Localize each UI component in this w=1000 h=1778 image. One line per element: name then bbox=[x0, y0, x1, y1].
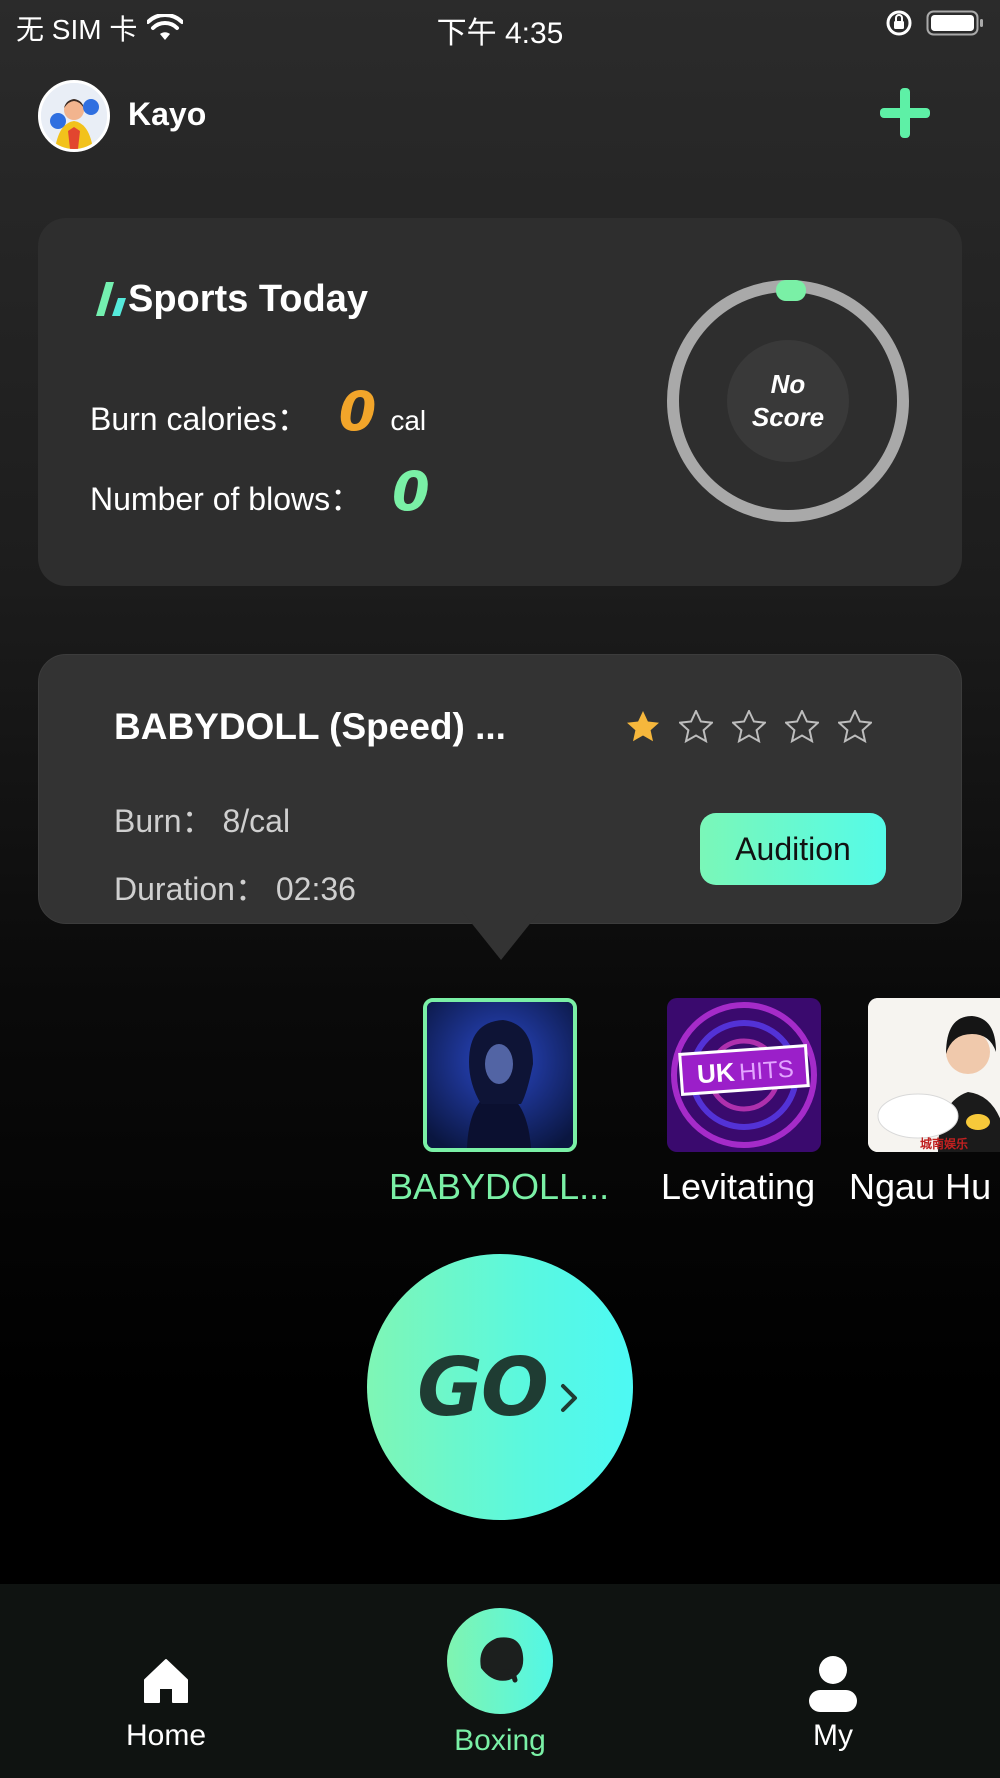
title-accent-icon bbox=[96, 282, 126, 316]
tab-home-label: Home bbox=[125, 1719, 207, 1752]
star-empty-icon[interactable] bbox=[679, 710, 713, 744]
hits-text: HITS bbox=[738, 1056, 794, 1087]
song-item-babydoll[interactable] bbox=[423, 998, 577, 1152]
calories-row: Burn calories： 0 cal bbox=[90, 380, 426, 443]
babydoll-cover-image bbox=[427, 1002, 573, 1148]
rotation-lock-icon bbox=[886, 10, 912, 36]
person-icon bbox=[809, 1656, 857, 1712]
star-empty-icon[interactable] bbox=[838, 710, 872, 744]
score-line2: Score bbox=[751, 402, 825, 432]
add-button[interactable] bbox=[876, 84, 934, 142]
song-thumb-ngau-hu: 城南娱乐 bbox=[868, 998, 1000, 1152]
blows-row: Number of blows： 0 bbox=[90, 460, 430, 523]
status-time: 下午 4:35 bbox=[436, 17, 564, 50]
tab-my[interactable]: My bbox=[733, 1654, 933, 1753]
chevron-right-icon bbox=[560, 1384, 577, 1412]
score-progress-marker bbox=[776, 280, 806, 301]
song-item-ngau-hu[interactable]: 城南娱乐 bbox=[868, 998, 1000, 1152]
song-thumb-babydoll bbox=[423, 998, 577, 1152]
boxing-glove-icon bbox=[480, 1637, 524, 1683]
levitating-cover-image: UK HITS bbox=[667, 998, 821, 1152]
battery-icon bbox=[926, 10, 983, 36]
star-empty-icon[interactable] bbox=[785, 710, 819, 744]
ngau-hu-cover-image: 城南娱乐 bbox=[868, 998, 1000, 1152]
go-label: GO bbox=[417, 1340, 549, 1434]
song-burn: Burn： 8/cal bbox=[114, 803, 291, 839]
go-button[interactable]: GO bbox=[367, 1254, 633, 1520]
song-label-ngau-hu: Ngau Hu bbox=[849, 1166, 992, 1207]
username: Kayo bbox=[128, 96, 207, 132]
song-item-levitating[interactable]: UK HITS bbox=[667, 998, 821, 1152]
score-label: No Score bbox=[727, 368, 849, 434]
boxer-avatar-icon bbox=[41, 83, 107, 149]
blows-value: 0 bbox=[392, 460, 430, 523]
score-line1: No bbox=[770, 369, 806, 399]
tab-boxing-circle[interactable] bbox=[447, 1608, 553, 1714]
song-thumb-levitating: UK HITS bbox=[667, 998, 821, 1152]
calories-label: Burn calories： bbox=[90, 401, 309, 437]
tab-boxing-label[interactable]: Boxing bbox=[400, 1724, 600, 1758]
tab-home[interactable]: Home bbox=[66, 1654, 266, 1753]
song-title: BABYDOLL (Speed) ... bbox=[114, 706, 506, 747]
song-card-pointer bbox=[461, 910, 541, 960]
star-filled-icon[interactable] bbox=[626, 710, 660, 744]
plus-icon bbox=[880, 88, 930, 138]
tab-my-label: My bbox=[813, 1719, 853, 1752]
rating-stars bbox=[626, 710, 872, 744]
song-label-levitating: Levitating bbox=[661, 1166, 816, 1207]
uk-text: UK bbox=[696, 1057, 736, 1090]
home-icon bbox=[144, 1659, 188, 1703]
cover-watermark-text: 城南娱乐 bbox=[920, 1136, 968, 1151]
calories-value: 0 bbox=[338, 380, 377, 443]
calories-unit: cal bbox=[390, 405, 427, 436]
song-label-babydoll: BABYDOLL... bbox=[389, 1166, 610, 1207]
audition-button[interactable]: Audition bbox=[700, 813, 886, 885]
song-duration: Duration： 02:36 bbox=[114, 871, 356, 907]
status-icons bbox=[884, 8, 984, 38]
sports-today-title: Sports Today bbox=[128, 278, 368, 320]
blows-label: Number of blows： bbox=[90, 481, 363, 517]
star-empty-icon[interactable] bbox=[732, 710, 766, 744]
avatar[interactable] bbox=[38, 80, 110, 152]
